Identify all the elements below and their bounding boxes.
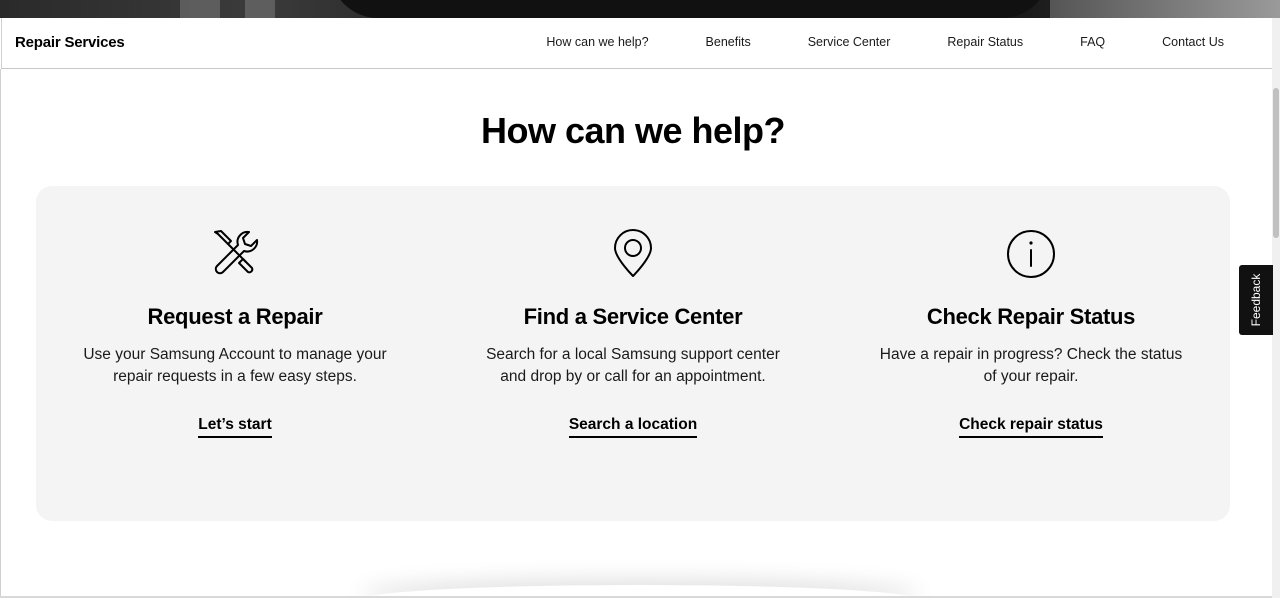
info-icon [1007, 230, 1055, 278]
section-title: How can we help? [480, 110, 786, 151]
nav-link-how-can-we-help[interactable]: How can we help? [546, 35, 648, 49]
option-title: Find a Service Center [523, 304, 743, 329]
search-location-link[interactable]: Search a location [568, 416, 698, 438]
option-description: Use your Samsung Account to manage your … [83, 346, 387, 385]
tools-icon [214, 230, 259, 275]
feedback-label: Feedback [1249, 273, 1263, 327]
lets-start-link[interactable]: Let’s start [198, 416, 272, 438]
page: Repair Services How can we help? Benefit… [0, 0, 1280, 598]
site-navbar: Repair Services How can we help? Benefit… [1, 18, 1272, 69]
option-find-service-center: Find a Service Center Search for a local… [434, 186, 832, 521]
option-title: Check Repair Status [926, 304, 1136, 329]
scrollbar-thumb[interactable] [1273, 88, 1279, 238]
scrollbar[interactable] [1272, 18, 1280, 598]
feedback-tab[interactable]: Feedback [1239, 265, 1273, 335]
nav-link-benefits[interactable]: Benefits [706, 35, 751, 49]
nav-link-service-center[interactable]: Service Center [808, 35, 891, 49]
brand-title[interactable]: Repair Services [15, 34, 125, 51]
nav-link-repair-status[interactable]: Repair Status [947, 35, 1023, 49]
location-pin-icon [614, 229, 652, 277]
option-title: Request a Repair [147, 304, 323, 329]
option-check-repair-status: Check Repair Status Have a repair in pro… [832, 186, 1230, 521]
option-description: Search for a local Samsung support cente… [486, 346, 780, 385]
option-description: Have a repair in progress? Check the sta… [879, 346, 1183, 385]
check-repair-status-link[interactable]: Check repair status [959, 416, 1103, 438]
nav-link-contact-us[interactable]: Contact Us [1162, 35, 1224, 49]
nav-link-faq[interactable]: FAQ [1080, 35, 1105, 49]
option-request-repair: Request a Repair Use your Samsung Accoun… [36, 186, 434, 521]
hero-image [0, 0, 1280, 18]
help-options-card: Request a Repair Use your Samsung Accoun… [36, 186, 1230, 521]
nav-links: How can we help? Benefits Service Center… [546, 35, 1224, 49]
